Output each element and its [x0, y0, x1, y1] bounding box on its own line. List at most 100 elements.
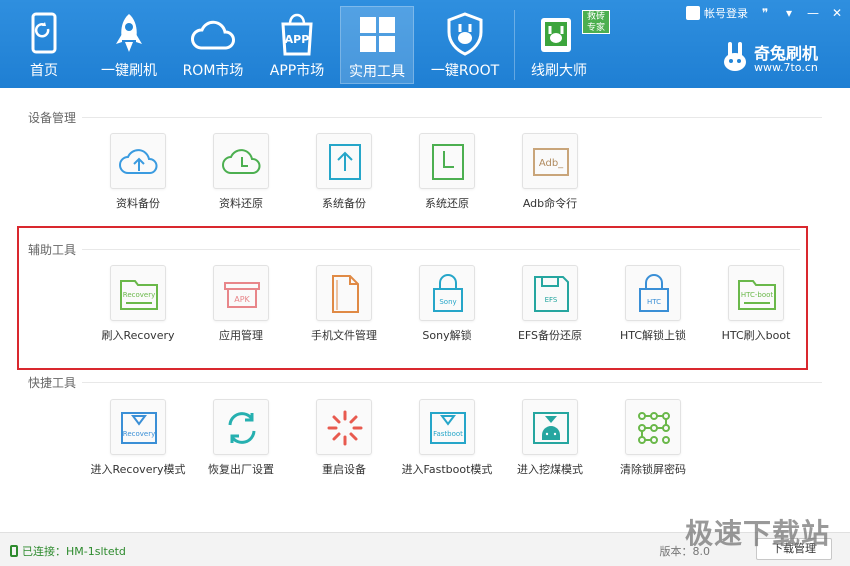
fastboot-mode-icon: Fastboot: [430, 412, 466, 444]
tool-label: 清除锁屏密码: [620, 463, 686, 476]
app-bag-icon: APP: [281, 13, 313, 56]
tool-box: Recovery: [110, 265, 166, 321]
tool-label: 手机文件管理: [311, 329, 377, 342]
brand-url: www.7to.cn: [754, 61, 818, 74]
tool-box: [316, 133, 372, 189]
phone-icon: [10, 545, 18, 557]
adb-icon-text: Adb_: [539, 158, 564, 169]
icon-text: Sony: [439, 298, 456, 306]
nav-label: 线刷大师: [531, 63, 587, 79]
tool-label: 进入Recovery模式: [90, 463, 186, 476]
section-divider: [82, 249, 800, 250]
nav-label: 一键刷机: [101, 63, 157, 79]
htc-lock-icon: HTC: [639, 274, 669, 312]
nav-utilities[interactable]: 实用工具: [340, 6, 414, 84]
pattern-lock-icon: [638, 412, 670, 444]
loading-spinner-icon: [327, 410, 363, 446]
section-title-device: 设备管理: [28, 111, 77, 125]
cloud-clock-icon: [222, 149, 261, 174]
tool-box: Adb_: [522, 133, 578, 189]
close-icon[interactable]: ✕: [830, 6, 844, 20]
tool-box: Sony: [419, 265, 475, 321]
floppy-disk-icon: EFS: [534, 276, 569, 312]
nav-label: APP市场: [269, 63, 325, 79]
connection-status-text: 已连接：HM-1sltetd: [22, 545, 126, 558]
document-icon: [332, 275, 359, 313]
tool-box: [316, 265, 372, 321]
upload-box-icon: [329, 144, 361, 180]
badge-text: 救砖专家: [586, 12, 605, 33]
rocket-icon: [116, 14, 142, 52]
rescue-expert-badge: 救砖专家: [582, 10, 610, 34]
nav-one-click-root[interactable]: 一键ROOT: [426, 6, 504, 84]
recovery-folder-icon: Recovery: [120, 280, 158, 310]
window-controls: 帐号登录 ❞ ▾ — ✕: [686, 4, 844, 22]
icon-text: Recovery: [123, 430, 155, 438]
line-flash-icon: [541, 18, 571, 52]
nav-app-market[interactable]: APP APP市场: [260, 6, 334, 84]
section-title-quick: 快捷工具: [28, 376, 77, 390]
feedback-icon[interactable]: ❞: [758, 6, 772, 20]
section-divider: [82, 382, 822, 383]
tool-label: 系统备份: [322, 197, 366, 210]
nav-one-click-flash[interactable]: 一键刷机: [92, 6, 166, 84]
nav-label: 实用工具: [349, 64, 405, 80]
nav-label: 首页: [30, 63, 58, 79]
android-icon: [533, 412, 569, 444]
icon-text: Recovery: [123, 291, 155, 299]
tool-box: [419, 133, 475, 189]
nav-label: 一键ROOT: [430, 63, 500, 79]
tool-box: Recovery: [110, 399, 166, 455]
login-label: 帐号登录: [704, 7, 748, 20]
clock-box-icon: [432, 144, 464, 180]
nav-line-flash-master[interactable]: 救砖专家 线刷大师: [520, 6, 610, 84]
tool-box: [522, 399, 578, 455]
tool-box: [110, 133, 166, 189]
tool-label: 进入Fastboot模式: [401, 463, 493, 476]
icon-text: HTC-boot: [741, 291, 774, 299]
sony-lock-icon: Sony: [433, 274, 463, 312]
tool-label: HTC解锁上锁: [619, 329, 687, 342]
root-shield-icon: [447, 12, 483, 56]
cloud-upload-icon: [119, 149, 158, 174]
nav-home[interactable]: 首页: [8, 6, 80, 84]
connection-status: 已连接：HM-1sltetd: [10, 543, 126, 559]
tool-label: 应用管理: [219, 329, 263, 342]
top-navigation-bar: 首页 一键刷机 ROM市场 APP APP市场 实用工具 一键ROOT 救砖专家…: [0, 0, 850, 88]
nav-label: ROM市场: [182, 63, 244, 79]
grid-icon: [360, 17, 395, 52]
rabbit-logo-icon: [724, 42, 746, 71]
menu-dropdown-icon[interactable]: ▾: [782, 6, 796, 20]
section-title-aux: 辅助工具: [28, 243, 77, 257]
tool-label: Adb命令行: [522, 197, 578, 210]
tool-label: 恢复出厂设置: [208, 463, 274, 476]
terminal-icon: Adb_: [533, 148, 569, 176]
tool-label: 系统还原: [425, 197, 469, 210]
site-watermark: 极速下载站: [684, 517, 830, 550]
tool-label: 刷入Recovery: [101, 329, 175, 342]
tool-label: EFS备份还原: [517, 329, 583, 342]
icon-text: APK: [234, 295, 250, 304]
tool-box: [213, 133, 269, 189]
tool-box: EFS: [522, 265, 578, 321]
minimize-icon[interactable]: —: [806, 6, 820, 20]
svg-text:APP: APP: [285, 33, 310, 46]
phone-home-icon: [31, 12, 57, 54]
tool-box: APK: [213, 265, 269, 321]
tool-label: 资料备份: [116, 197, 160, 210]
brand-logo: 奇兔刷机 www.7to.cn: [722, 40, 832, 78]
nav-rom-market[interactable]: ROM市场: [176, 6, 250, 84]
user-avatar-icon: [686, 6, 700, 20]
recovery-mode-icon: Recovery: [121, 412, 157, 444]
icon-text: HTC: [647, 298, 661, 306]
cloud-icon: [191, 20, 235, 50]
tool-box: HTC: [625, 265, 681, 321]
tool-box: [625, 399, 681, 455]
htc-boot-folder-icon: HTC-boot: [738, 280, 776, 310]
tool-box: HTC-boot: [728, 265, 784, 321]
tool-label: HTC刷入boot: [721, 329, 791, 342]
icon-text: Fastboot: [433, 430, 463, 438]
refresh-icon: [228, 412, 256, 444]
login-button[interactable]: 帐号登录: [686, 5, 748, 21]
tool-label: 资料还原: [219, 197, 263, 210]
